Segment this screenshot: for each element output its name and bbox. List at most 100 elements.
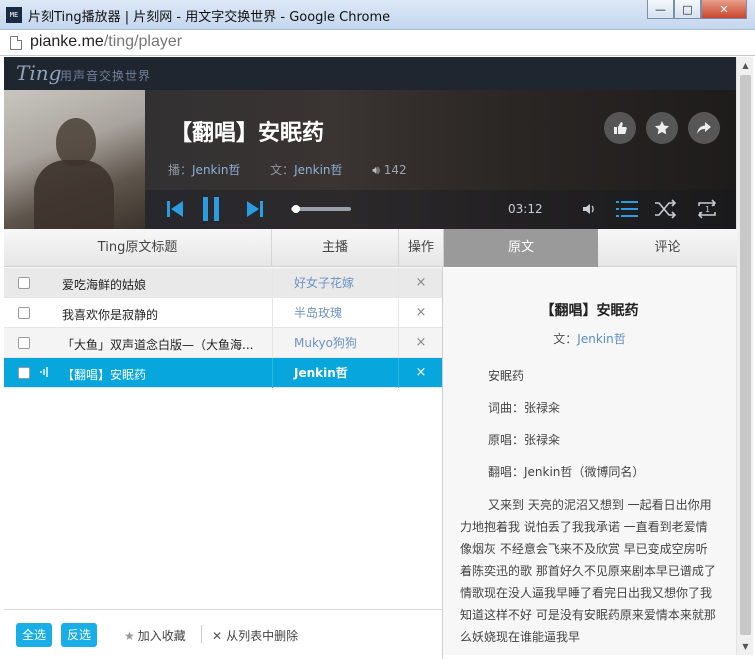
list-icon bbox=[616, 201, 638, 217]
now-playing-icon bbox=[40, 366, 50, 381]
page-icon bbox=[10, 36, 22, 50]
playlist-row-playing[interactable]: 【翻唱】安眠药 Jenkin哲 × bbox=[4, 358, 443, 388]
playlist-row[interactable]: 「大鱼」双声道念白版—（大鱼海... Mukyo狗狗 × bbox=[4, 328, 443, 358]
repeat-one-icon: 1 bbox=[697, 199, 717, 219]
thumbs-up-icon bbox=[614, 122, 627, 134]
row-anchor-link[interactable]: Jenkin哲 bbox=[272, 358, 399, 388]
lyrics-title: 【翻唱】安眠药 bbox=[540, 303, 639, 319]
column-actions: 操作 bbox=[407, 240, 434, 255]
remove-from-list-button[interactable]: ✕ 从列表中删除 bbox=[212, 627, 298, 644]
elapsed-time: 03:12 bbox=[508, 202, 543, 216]
share-button[interactable] bbox=[688, 112, 720, 144]
sound-wave-icon bbox=[40, 367, 48, 377]
progress-bar[interactable] bbox=[291, 205, 351, 213]
skip-previous-icon bbox=[167, 201, 183, 217]
author-label: 文： bbox=[270, 163, 295, 177]
row-title[interactable]: 爱吃海鲜的姑娘 bbox=[62, 276, 262, 293]
row-title[interactable]: 【翻唱】安眠药 bbox=[62, 366, 262, 383]
close-icon: ✕ bbox=[212, 629, 223, 643]
lyrics-author-label: 文： bbox=[553, 332, 578, 346]
player-header: Ting 用声音交换世界 【翻唱】安眠药 播：Jenkin哲 文：Jenkin哲… bbox=[4, 57, 736, 229]
album-cover bbox=[4, 90, 145, 229]
previous-button[interactable] bbox=[165, 199, 185, 222]
scroll-down-icon[interactable]: ▼ bbox=[737, 638, 754, 655]
add-favorite-button[interactable]: ★ 加入收藏 bbox=[124, 627, 186, 644]
shuffle-button[interactable] bbox=[654, 199, 677, 222]
lyrics-author: 文：Jenkin哲 bbox=[460, 330, 719, 347]
row-delete-button[interactable]: × bbox=[399, 328, 443, 358]
favorite-button[interactable] bbox=[646, 112, 678, 144]
window-titlebar: ME 片刻Ting播放器 | 片刻网 - 用文字交换世界 - Google Ch… bbox=[0, 0, 755, 30]
row-anchor-link[interactable]: Mukyo狗狗 bbox=[272, 328, 399, 358]
window-title: 片刻Ting播放器 | 片刻网 - 用文字交换世界 - Google Chrom… bbox=[28, 10, 391, 25]
row-delete-button[interactable]: × bbox=[399, 358, 443, 388]
row-checkbox[interactable] bbox=[18, 277, 30, 289]
playlist-footer: 全选 反选 ★ 加入收藏 ✕ 从列表中删除 bbox=[4, 609, 442, 655]
row-checkbox[interactable] bbox=[18, 337, 30, 349]
row-anchor-link[interactable]: 好女子花嫁 bbox=[272, 268, 399, 298]
minimize-button[interactable]: — bbox=[647, 0, 674, 19]
add-favorite-label: 加入收藏 bbox=[137, 629, 186, 643]
share-arrow-icon bbox=[697, 122, 711, 134]
page-scrollbar[interactable]: ▲ ▼ bbox=[736, 57, 753, 655]
url-text[interactable]: pianke.me/ting/player bbox=[30, 33, 182, 51]
brand-bar: Ting 用声音交换世界 bbox=[4, 57, 736, 90]
song-meta: 播：Jenkin哲 文：Jenkin哲 🔊︎ 142 bbox=[168, 161, 407, 178]
scroll-thumb[interactable] bbox=[740, 75, 751, 635]
anchor-link[interactable]: Jenkin哲 bbox=[192, 163, 240, 177]
skip-next-icon bbox=[247, 201, 263, 217]
url-path: /ting/player bbox=[103, 33, 183, 50]
remove-label: 从列表中删除 bbox=[226, 629, 299, 643]
row-anchor-link[interactable]: 半岛玫瑰 bbox=[272, 298, 399, 328]
lyrics-line: 翻唱：Jenkin哲（微博同名） bbox=[488, 465, 645, 479]
invert-selection-button[interactable]: 反选 bbox=[61, 623, 98, 647]
tab-original-text[interactable]: 原文 bbox=[444, 229, 598, 267]
author-link[interactable]: Jenkin哲 bbox=[294, 163, 342, 177]
social-actions bbox=[604, 112, 720, 144]
play-count-icon: 🔊︎ bbox=[372, 163, 380, 177]
tab-comments[interactable]: 评论 bbox=[598, 229, 737, 267]
scroll-up-icon[interactable]: ▲ bbox=[737, 57, 754, 74]
row-delete-button[interactable]: × bbox=[399, 298, 443, 328]
brand-slogan: 用声音交换世界 bbox=[60, 69, 152, 83]
footer-divider bbox=[201, 625, 202, 643]
volume-icon bbox=[583, 204, 594, 214]
cover-figure-head bbox=[56, 118, 96, 166]
row-title[interactable]: 我喜欢你是寂静的 bbox=[62, 306, 262, 323]
playback-controls: 03:12 1 bbox=[145, 190, 736, 229]
lyrics-line: 安眠药 bbox=[488, 369, 525, 383]
column-anchor: 主播 bbox=[272, 229, 399, 267]
row-title[interactable]: 「大鱼」双声道念白版—（大鱼海... bbox=[62, 336, 262, 353]
close-button[interactable]: ✕ bbox=[701, 0, 747, 19]
column-title: Ting原文标题 bbox=[4, 229, 272, 267]
playlist-row[interactable]: 我喜欢你是寂静的 半岛玫瑰 × bbox=[4, 298, 443, 328]
anchor-label: 播： bbox=[168, 163, 193, 177]
pause-button[interactable] bbox=[201, 196, 221, 225]
playlist-row[interactable]: 爱吃海鲜的姑娘 好女子花嫁 × bbox=[4, 268, 443, 298]
address-bar[interactable]: pianke.me/ting/player bbox=[0, 30, 755, 56]
shuffle-icon bbox=[655, 199, 677, 219]
like-button[interactable] bbox=[604, 112, 636, 144]
next-button[interactable] bbox=[245, 199, 265, 222]
playlist-button[interactable] bbox=[616, 199, 638, 222]
svg-text:1: 1 bbox=[705, 205, 710, 214]
play-count: 142 bbox=[383, 163, 407, 177]
row-delete-button[interactable]: × bbox=[399, 268, 443, 298]
star-icon: ★ bbox=[124, 629, 135, 643]
repeat-one-button[interactable]: 1 bbox=[695, 199, 719, 222]
brand-logo[interactable]: Ting bbox=[16, 61, 61, 85]
lyrics-paragraph: 又来到 天亮的泥沼又想到 一起看日出你用力地抱着我 说怕丢了我我承诺 一直看到老… bbox=[460, 498, 716, 644]
row-checkbox[interactable] bbox=[18, 367, 30, 379]
original-text-pane: 【翻唱】安眠药 文：Jenkin哲 安眠药 词曲：张禄籴 原唱：张禄籴 翻唱：J… bbox=[443, 268, 736, 655]
row-checkbox[interactable] bbox=[18, 307, 30, 319]
window-controls: — □ ✕ bbox=[647, 0, 747, 20]
app-logo-icon: ME bbox=[6, 7, 22, 23]
lyrics-author-link[interactable]: Jenkin哲 bbox=[577, 332, 625, 346]
star-icon bbox=[655, 121, 669, 135]
progress-knob[interactable] bbox=[292, 205, 300, 213]
maximize-button[interactable]: □ bbox=[674, 0, 701, 19]
volume-button[interactable] bbox=[581, 201, 597, 220]
playlist: 爱吃海鲜的姑娘 好女子花嫁 × 我喜欢你是寂静的 半岛玫瑰 × 「大鱼」双声道念… bbox=[4, 268, 443, 388]
select-all-button[interactable]: 全选 bbox=[16, 623, 53, 647]
lyrics-line: 原唱：张禄籴 bbox=[488, 433, 561, 447]
